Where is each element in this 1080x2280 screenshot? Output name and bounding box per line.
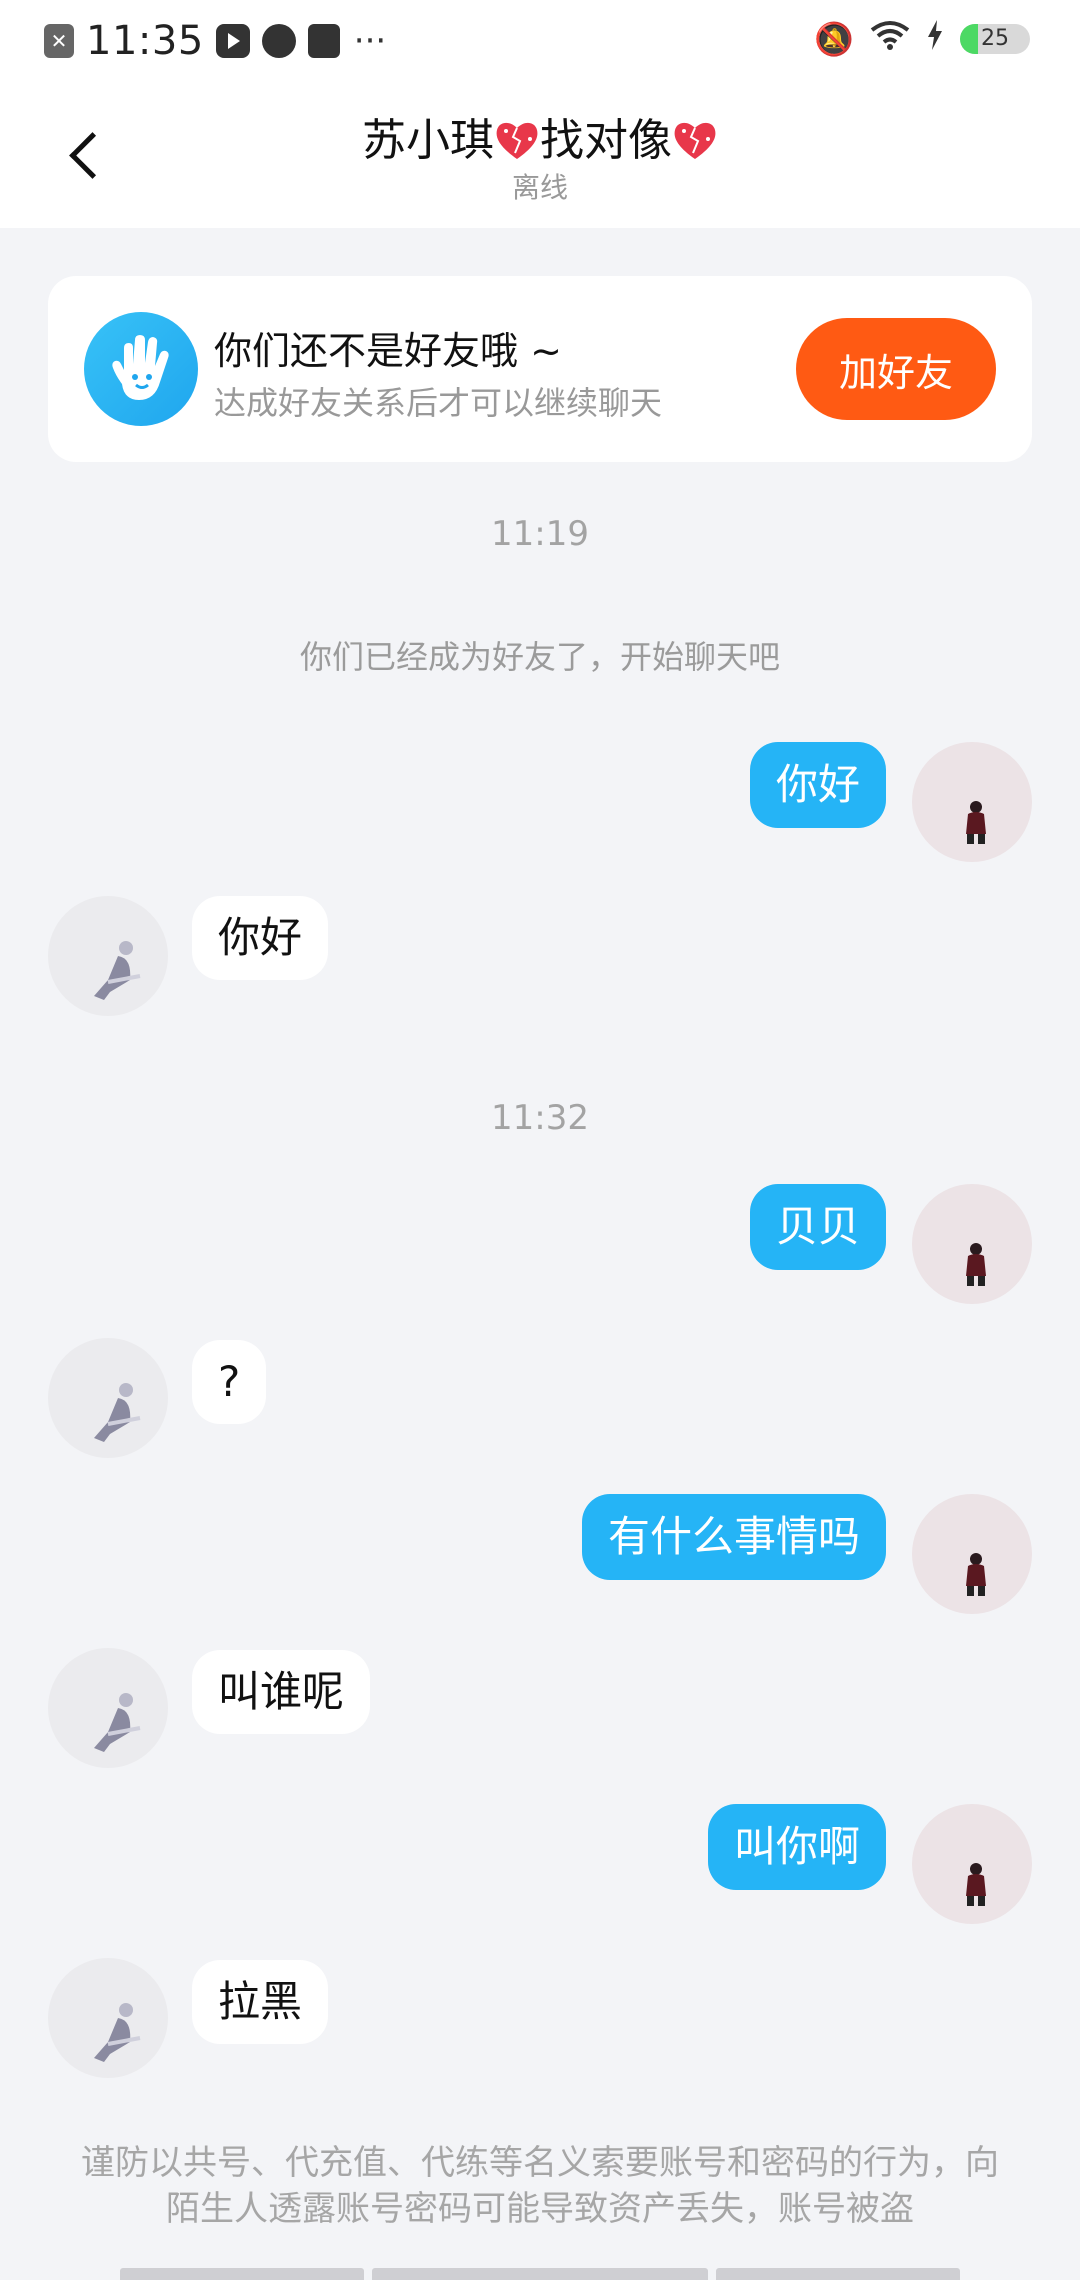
heart-icon — [496, 122, 538, 159]
wave-hand-icon — [84, 312, 198, 426]
message-bubble-sent[interactable]: 贝贝 — [749, 1184, 886, 1270]
chat-header: 苏小琪 找对像 离线 — [0, 82, 1080, 228]
video-app-icon — [215, 24, 250, 58]
card-subtitle: 达成好友关系后才可以继续聊天 — [214, 384, 663, 422]
battery-icon: 25 — [960, 24, 1030, 54]
status-time: 11:35 — [86, 18, 204, 64]
contact-name-suffix: 找对像 — [540, 115, 672, 166]
app-square-icon — [307, 24, 340, 58]
bottom-toolbar-edge — [120, 2268, 960, 2280]
contact-name: 苏小琪 — [362, 115, 494, 166]
message-bubble-received[interactable]: 你好 — [192, 896, 329, 980]
message-bubble-sent[interactable]: 叫你啊 — [707, 1804, 886, 1890]
security-warning: 谨防以共号、代充值、代练等名义索要账号和密码的行为，向陌生人透露账号密码可能导致… — [81, 2143, 999, 2229]
message-bubble-sent[interactable]: 你好 — [749, 742, 886, 828]
my-avatar[interactable] — [912, 742, 1032, 862]
timestamp: 11:32 — [491, 1098, 589, 1138]
message-bubble-received[interactable]: 叫谁呢 — [192, 1650, 371, 1734]
more-notifications-icon: ··· — [353, 21, 387, 61]
contact-avatar[interactable] — [48, 896, 168, 1016]
contact-avatar[interactable] — [48, 1338, 168, 1458]
contact-avatar[interactable] — [48, 1648, 168, 1768]
chat-title: 苏小琪 找对像 — [0, 104, 1080, 168]
timestamp: 11:19 — [491, 514, 589, 554]
fan-app-icon — [261, 24, 296, 58]
contact-avatar[interactable] — [48, 1958, 168, 2078]
app-close-icon — [44, 24, 74, 58]
add-friend-button[interactable]: 加好友 — [796, 318, 996, 420]
message-bubble-sent[interactable]: 有什么事情吗 — [581, 1494, 886, 1580]
charging-icon — [926, 20, 944, 58]
bell-off-icon: 🔕 — [814, 20, 854, 58]
not-friend-card: 你们还不是好友哦 ~ 达成好友关系后才可以继续聊天 加好友 — [48, 276, 1032, 462]
battery-level: 25 — [981, 26, 1009, 51]
my-avatar[interactable] — [912, 1494, 1032, 1614]
message-bubble-received[interactable]: 拉黑 — [192, 1960, 329, 2044]
my-avatar[interactable] — [912, 1804, 1032, 1924]
system-message: 你们已经成为好友了，开始聊天吧 — [299, 638, 780, 676]
my-avatar[interactable] — [912, 1184, 1032, 1304]
heart-icon — [674, 122, 716, 159]
card-title: 你们还不是好友哦 ~ — [214, 329, 562, 373]
wifi-icon — [870, 20, 910, 58]
online-status: 离线 — [511, 171, 568, 204]
status-bar: 11:35 ··· 🔕 25 — [0, 0, 1080, 82]
message-bubble-received[interactable]: ? — [192, 1340, 267, 1424]
